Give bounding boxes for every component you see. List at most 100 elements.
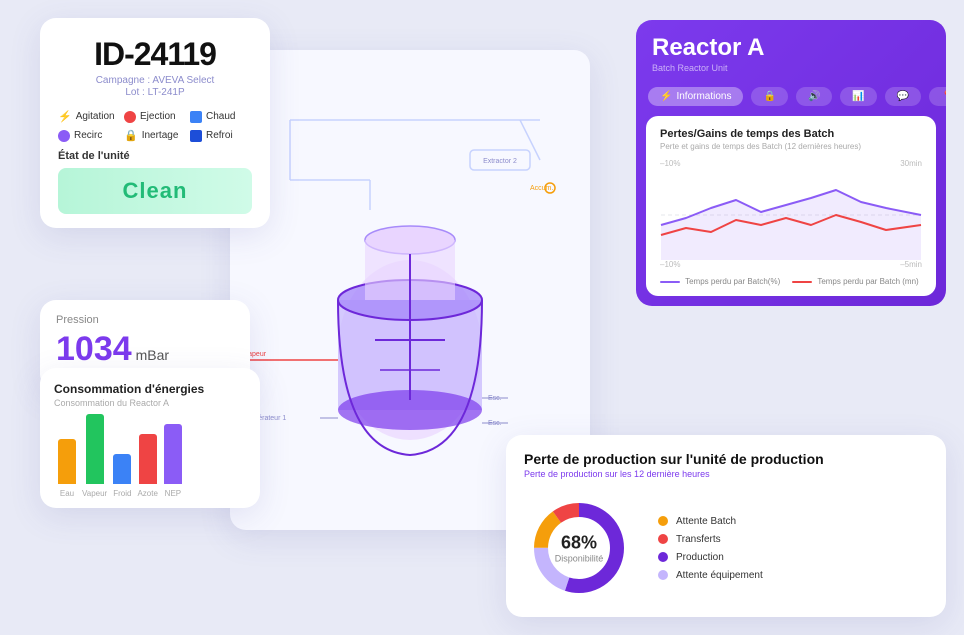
reactor-card: Reactor A Batch Reactor Unit ⚡ Informati… (636, 20, 946, 306)
reactor-header: Reactor A Batch Reactor Unit (636, 20, 946, 81)
legend-label-purple: Temps perdu par Batch(%) (685, 277, 780, 286)
rc-axis-labels: –10% 30min (660, 159, 922, 168)
bar-azote-fill (139, 434, 157, 484)
conso-title: Consommation d'énergies (54, 382, 246, 396)
bar-azote-label: Azote (137, 489, 157, 498)
recirc-icon (58, 130, 70, 142)
donut-center: 68% Disponibilité (555, 533, 604, 564)
chart-icon: 📊 (852, 91, 864, 102)
refroi-icon (190, 130, 202, 142)
inertage-icon: 🔒 (124, 129, 138, 142)
label-attente-equip: Attente équipement (676, 570, 763, 581)
id-title: ID-24119 (58, 36, 252, 73)
badge-refroi-label: Refroi (206, 130, 233, 141)
tab-info-label: Informations (676, 91, 731, 102)
tab-lock[interactable]: 🔒 (751, 87, 787, 106)
legend-purple: Temps perdu par Batch(%) (660, 277, 780, 286)
agitation-icon: ⚡ (58, 110, 72, 123)
legend-label-red: Temps perdu par Batch (mn) (817, 277, 918, 286)
tab-sound[interactable]: 🔊 (796, 87, 832, 106)
bar-chart: Eau Vapeur Froid Azote NEP (54, 418, 246, 498)
conso-subtitle: Consommation du Reactor A (54, 398, 246, 408)
label-attente-batch: Attente Batch (676, 516, 736, 527)
id-campaign: Campagne : AVEVA Select (58, 75, 252, 86)
tab-informations[interactable]: ⚡ Informations (648, 87, 743, 106)
bar-eau-fill (58, 439, 76, 484)
bar-nep: NEP (164, 424, 182, 498)
axis-right-top: 30min (900, 159, 922, 168)
rc-chart-sub: Perte et gains de temps des Batch (12 de… (660, 142, 922, 151)
legend-line-purple (660, 281, 680, 283)
perte-content: 68% Disponibilité Attente Batch Transfer… (524, 493, 928, 603)
dot-attente-batch (658, 516, 668, 526)
message-icon: 💬 (897, 91, 909, 102)
conso-card: Consommation d'énergies Consommation du … (40, 368, 260, 508)
badge-refroi: Refroi (190, 129, 252, 142)
badge-recirc: Recirc (58, 129, 120, 142)
rc-chart-title: Pertes/Gains de temps des Batch (660, 128, 922, 140)
pression-value: 1034 mBar (56, 330, 234, 369)
bar-vapeur-label: Vapeur (82, 489, 107, 498)
badge-inertage-label: Inertage (142, 130, 179, 141)
badge-agitation: ⚡ Agitation (58, 110, 120, 123)
tab-chart[interactable]: 📊 (840, 87, 876, 106)
legend-attente-batch: Attente Batch (658, 516, 763, 527)
axis-left-top: –10% (660, 159, 680, 168)
etat-label: État de l'unité (58, 150, 252, 162)
sound-icon: 🔊 (808, 91, 820, 102)
donut-label: Disponibilité (555, 554, 604, 564)
pression-label: Pression (56, 314, 234, 326)
line-chart-svg (660, 170, 922, 260)
badge-list: ⚡ Agitation Ejection Chaud Recirc 🔒 Iner… (58, 110, 252, 142)
perte-title: Perte de production sur l'unité de produ… (524, 451, 928, 467)
pression-unit: mBar (136, 347, 169, 363)
reactor-subtitle: Batch Reactor Unit (652, 63, 930, 73)
bar-froid: Froid (113, 454, 131, 498)
label-transferts: Transferts (676, 534, 721, 545)
id-lot: Lot : LT-241P (58, 87, 252, 98)
info-icon: ⚡ (660, 91, 672, 102)
donut-chart: 68% Disponibilité (524, 493, 634, 603)
bar-nep-fill (164, 424, 182, 484)
dot-transferts (658, 534, 668, 544)
ejection-icon (124, 111, 136, 123)
label-production: Production (676, 552, 724, 563)
tab-message[interactable]: 💬 (885, 87, 921, 106)
reactor-title: Reactor A (652, 34, 930, 62)
location-icon: 📍 (941, 91, 946, 102)
legend-red: Temps perdu par Batch (mn) (792, 277, 918, 286)
reactor-chart: Pertes/Gains de temps des Batch Perte et… (646, 116, 936, 296)
reactor-tabs: ⚡ Informations 🔒 🔊 📊 💬 📍 (636, 81, 946, 116)
perte-card: Perte de production sur l'unité de produ… (506, 435, 946, 617)
bar-froid-label: Froid (113, 489, 131, 498)
dot-production (658, 552, 668, 562)
badge-inertage: 🔒 Inertage (124, 129, 186, 142)
pression-number: 1034 (56, 330, 132, 369)
lock-icon: 🔒 (763, 91, 775, 102)
bar-azote: Azote (137, 434, 157, 498)
chaud-icon (190, 111, 202, 123)
badge-recirc-label: Recirc (74, 130, 102, 141)
donut-legend: Attente Batch Transferts Production Atte… (658, 516, 763, 581)
rc-axis-bottom: –10% –5min (660, 260, 922, 269)
badge-ejection-label: Ejection (140, 111, 176, 122)
perte-subtitle: Perte de production sur les 12 dernière … (524, 469, 928, 479)
svg-text:Extractor 2: Extractor 2 (483, 158, 517, 165)
svg-text:Accum.: Accum. (530, 185, 553, 192)
tab-location[interactable]: 📍 (929, 87, 946, 106)
rc-legend: Temps perdu par Batch(%) Temps perdu par… (660, 277, 922, 286)
bar-froid-fill (113, 454, 131, 484)
bar-nep-label: NEP (165, 489, 181, 498)
rc-chart-area (660, 170, 922, 260)
donut-percentage: 68% (555, 533, 604, 554)
bar-eau: Eau (58, 439, 76, 498)
dot-attente-equip (658, 570, 668, 580)
bar-vapeur: Vapeur (82, 414, 107, 498)
bar-vapeur-fill (86, 414, 104, 484)
axis-right-bottom: –5min (900, 260, 922, 269)
dashboard: Extractor 2 Accum. Vapeur Générateur 1 (0, 0, 964, 635)
legend-attente-equip: Attente équipement (658, 570, 763, 581)
legend-transferts: Transferts (658, 534, 763, 545)
badge-chaud: Chaud (190, 110, 252, 123)
axis-left-bottom: –10% (660, 260, 680, 269)
